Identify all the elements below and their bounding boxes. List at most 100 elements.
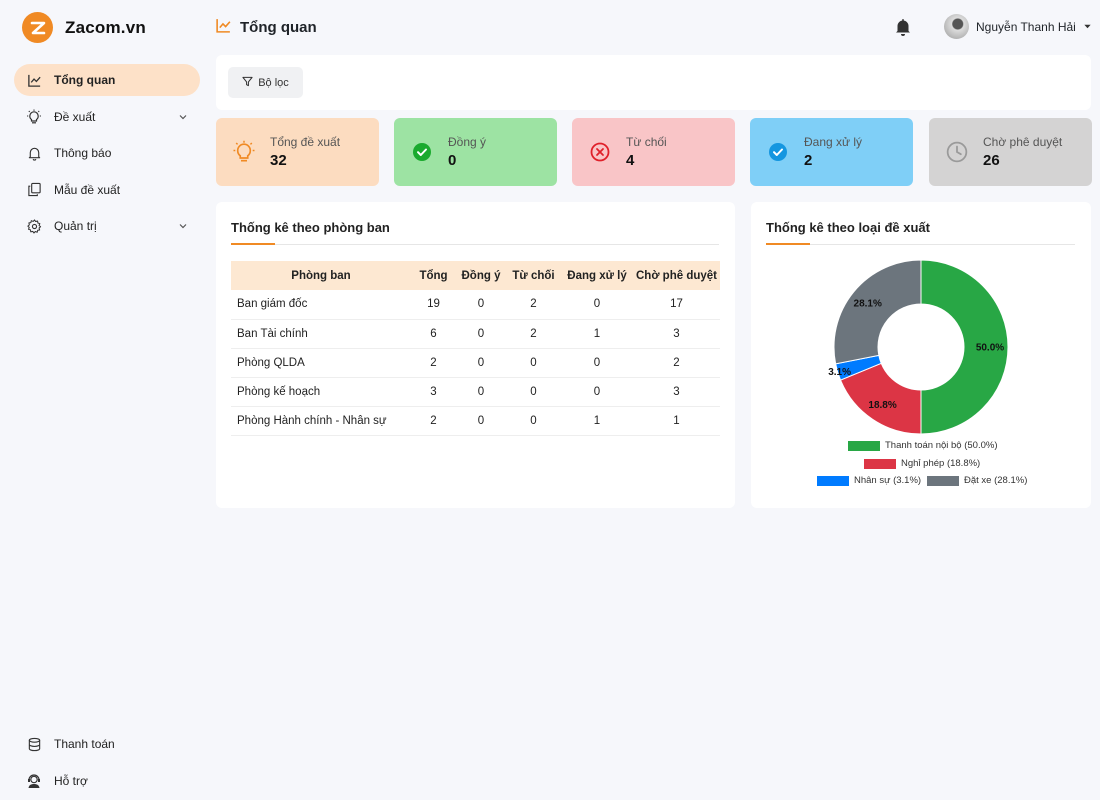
table-cell: 0 <box>456 348 506 378</box>
table-cell: 0 <box>456 406 506 436</box>
legend-label: Nhân sự (3.1%) <box>854 475 922 486</box>
lightbulb-icon <box>232 140 256 164</box>
table-cell: 0 <box>456 319 506 349</box>
page-title-text: Tổng quan <box>240 19 317 36</box>
table-cell: 2 <box>506 319 561 349</box>
column-header[interactable]: Chờ phê duyệt <box>633 261 720 290</box>
legend-swatch <box>864 458 896 469</box>
column-header[interactable]: Tổng <box>411 261 456 290</box>
stat-value: 4 <box>626 152 635 169</box>
dept-table: Phòng ban Tổng Đồng ý Từ chối Đang xử lý… <box>231 261 720 436</box>
legend-swatch <box>927 475 959 486</box>
sidebar-item-tong-quan[interactable]: Tổng quan <box>14 64 200 96</box>
stat-label: Chờ phê duyệt <box>983 135 1063 149</box>
table-cell: 0 <box>506 406 561 436</box>
brand-name: Zacom.vn <box>65 17 146 37</box>
clock-icon <box>945 140 969 164</box>
chevron-down-icon[interactable] <box>178 111 188 125</box>
filter-icon <box>242 76 253 90</box>
table-cell: 3 <box>411 377 456 407</box>
dept-stats-panel: Thống kê theo phòng ban Phòng ban Tổng Đ… <box>216 202 735 508</box>
stat-label: Đồng ý <box>448 135 487 149</box>
table-cell: 0 <box>456 377 506 407</box>
panel-divider <box>231 243 719 245</box>
stat-value: 26 <box>983 152 1000 169</box>
column-header[interactable]: Phòng ban <box>231 261 411 290</box>
sidebar-item-quan-tri[interactable]: Quản trị <box>14 210 200 242</box>
table-cell: 0 <box>456 290 506 320</box>
sidebar-item-label: Tổng quan <box>54 73 116 87</box>
stat-value: 2 <box>804 152 813 169</box>
legend-item[interactable]: Nhân sự (3.1%) <box>817 475 921 486</box>
table-cell: 0 <box>561 348 633 378</box>
sidebar-item-label: Thanh toán <box>54 737 115 751</box>
chevron-down-icon[interactable] <box>178 220 188 234</box>
bell-icon <box>26 145 42 161</box>
table-cell: 2 <box>411 348 456 378</box>
table-header-row: Phòng ban Tổng Đồng ý Từ chối Đang xử lý… <box>231 261 720 290</box>
legend-item[interactable]: Nghỉ phép (18.8%) <box>864 458 980 469</box>
chart-line-icon <box>215 17 232 38</box>
stat-value: 32 <box>270 152 287 169</box>
sidebar-item-label: Hỗ trợ <box>54 773 88 788</box>
lightbulb-icon <box>26 109 42 125</box>
panel-title: Thống kê theo phòng ban <box>231 220 390 235</box>
filter-bar: Bộ lọc <box>216 55 1091 110</box>
column-header[interactable]: Đồng ý <box>456 261 506 290</box>
legend-swatch <box>848 440 880 451</box>
sidebar-item-label: Đề xuất <box>54 109 96 124</box>
user-menu[interactable]: Nguyễn Thanh Hải <box>944 14 1092 39</box>
table-row: Ban giám đốc 19 0 2 0 17 <box>231 290 720 320</box>
donut-slice[interactable] <box>833 259 922 365</box>
caret-down-icon <box>1083 20 1092 34</box>
dept-name-cell: Ban Tài chính <box>231 319 411 349</box>
headset-icon <box>26 773 42 789</box>
column-header[interactable]: Đang xử lý <box>561 261 633 290</box>
table-cell: 0 <box>561 377 633 407</box>
stat-label: Từ chối <box>626 135 667 149</box>
type-stats-panel: Thống kê theo loại đề xuất 50.0% 18.8% 3.1… <box>751 202 1091 508</box>
check-circle-icon <box>410 140 434 164</box>
brand-logo-icon <box>22 12 53 43</box>
stat-card-tu-choi: Từ chối 4 <box>572 118 735 186</box>
table-cell: 2 <box>633 348 720 378</box>
sidebar-item-thong-bao[interactable]: Thông báo <box>14 137 200 169</box>
page-title: Tổng quan <box>215 17 317 38</box>
column-header[interactable]: Từ chối <box>506 261 561 290</box>
legend-item[interactable]: Thanh toán nội bộ (50.0%) <box>848 440 998 451</box>
dept-name-cell: Ban giám đốc <box>231 290 411 320</box>
chart-line-icon <box>26 72 42 88</box>
dept-name-cell: Phòng Hành chính - Nhân sự <box>231 406 411 436</box>
sidebar-item-de-xuat[interactable]: Đề xuất <box>14 101 200 133</box>
stat-label: Đang xử lý <box>804 135 863 149</box>
legend-label: Thanh toán nội bộ (50.0%) <box>885 440 998 451</box>
sidebar-item-label: Quản trị <box>54 219 97 233</box>
sidebar-item-thanh-toan[interactable]: Thanh toán <box>14 728 200 760</box>
dept-name-cell: Phòng QLDA <box>231 348 411 378</box>
legend-item[interactable]: Đặt xe (28.1%) <box>927 475 1027 486</box>
slice-data-label: 3.1% <box>828 367 851 378</box>
database-icon <box>26 736 42 752</box>
table-cell: 3 <box>633 319 720 349</box>
sidebar-nav: Tổng quan Đề xuất Thông báo Mẫu đề xuất <box>14 64 200 247</box>
stat-card-tong-de-xuat: Tổng đề xuất 32 <box>216 118 379 186</box>
slice-data-label: 28.1% <box>854 299 882 310</box>
stat-value: 0 <box>448 152 457 169</box>
table-cell: 6 <box>411 319 456 349</box>
table-row: Phòng kế hoạch 3 0 0 0 3 <box>231 377 720 407</box>
sidebar-item-mau-de-xuat[interactable]: Mẫu đề xuất <box>14 174 200 206</box>
filter-button[interactable]: Bộ lọc <box>228 67 303 98</box>
filter-label: Bộ lọc <box>258 76 289 89</box>
sidebar-bottom-nav: Thanh toán Hỗ trợ <box>14 728 200 800</box>
sidebar-item-label: Mẫu đề xuất <box>54 182 121 197</box>
table-cell: 1 <box>561 406 633 436</box>
sidebar-item-ho-tro[interactable]: Hỗ trợ <box>14 765 200 797</box>
stat-label: Tổng đề xuất <box>270 135 341 149</box>
brand[interactable]: Zacom.vn <box>22 12 146 43</box>
legend-label: Nghỉ phép (18.8%) <box>901 458 981 469</box>
table-cell: 19 <box>411 290 456 320</box>
notification-bell-icon[interactable] <box>893 17 913 42</box>
table-cell: 3 <box>633 377 720 407</box>
sidebar-item-label: Thông báo <box>54 146 112 160</box>
copy-icon <box>26 182 42 198</box>
